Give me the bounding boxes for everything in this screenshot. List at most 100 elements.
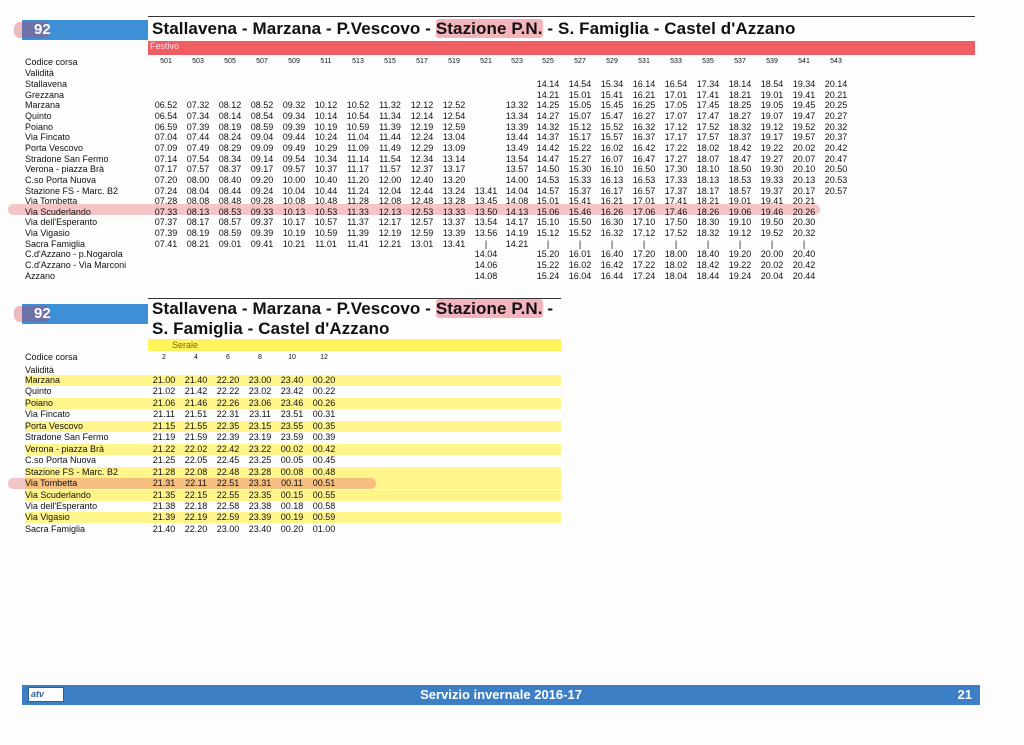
time-cell: 18.21 bbox=[696, 196, 720, 207]
time-cell: 23.35 bbox=[248, 489, 272, 500]
time-cell: 09.57 bbox=[282, 164, 306, 175]
trip-code: 501 bbox=[160, 58, 172, 65]
time-cell: 19.52 bbox=[792, 121, 816, 132]
time-cell: 09.09 bbox=[250, 142, 274, 153]
time-cell: 07.41 bbox=[154, 238, 178, 249]
time-cell: 23.00 bbox=[216, 523, 240, 534]
time-cell: 18.04 bbox=[664, 270, 688, 281]
time-cell: 08.48 bbox=[218, 196, 242, 207]
time-cell: 00.22 bbox=[312, 386, 336, 397]
trip-code: 6 bbox=[226, 354, 230, 361]
time-cell: 19.22 bbox=[728, 260, 752, 271]
time-cell: 16.57 bbox=[632, 185, 656, 196]
time-cell: 11.39 bbox=[347, 228, 369, 239]
stop-name: Stazione FS - Marc. B2 bbox=[25, 466, 119, 477]
time-cell: 06.54 bbox=[154, 110, 178, 121]
time-cell: 00.45 bbox=[312, 455, 336, 466]
time-cell: 18.47 bbox=[728, 153, 752, 164]
time-cell: 08.57 bbox=[218, 217, 242, 228]
title-highlight: Stazione P.N. bbox=[435, 19, 543, 38]
time-cell: 00.20 bbox=[280, 523, 304, 534]
time-cell: 21.00 bbox=[152, 375, 176, 385]
trip-code: 521 bbox=[480, 58, 492, 65]
time-cell: 16.40 bbox=[600, 249, 624, 260]
time-cell: 18.32 bbox=[728, 121, 752, 132]
time-cell: 23.00 bbox=[248, 375, 272, 385]
stop-name: Via Scuderlando bbox=[25, 489, 91, 500]
time-cell: 13.01 bbox=[410, 238, 434, 249]
time-cell: 11.09 bbox=[347, 142, 369, 153]
time-cell: 15.52 bbox=[600, 121, 624, 132]
time-cell: 22.55 bbox=[216, 489, 240, 500]
time-cell: 23.38 bbox=[248, 500, 272, 511]
time-cell: 00.31 bbox=[312, 409, 336, 420]
time-cell: 22.59 bbox=[216, 512, 240, 523]
time-cell: 20.42 bbox=[824, 142, 848, 153]
time-cell: 15.27 bbox=[568, 153, 592, 164]
trip-code: 10 bbox=[288, 354, 296, 361]
time-cell: 14.14 bbox=[536, 79, 560, 89]
time-cell: 09.37 bbox=[250, 217, 274, 228]
time-cell: 09.17 bbox=[250, 164, 274, 175]
time-cell: 13.28 bbox=[442, 196, 466, 207]
title-part-2: - bbox=[542, 299, 554, 318]
time-cell: 16.47 bbox=[632, 153, 656, 164]
serale-band: Serale bbox=[148, 339, 561, 351]
time-cell: 23.31 bbox=[248, 478, 272, 489]
time-cell: 00.42 bbox=[312, 443, 336, 454]
time-cell: 11.34 bbox=[379, 110, 401, 121]
stop-name: Porta Vescovo bbox=[25, 142, 84, 153]
stop-name: Verona - piazza Brà bbox=[25, 443, 105, 454]
time-cell: 00.59 bbox=[312, 512, 336, 523]
trip-code: 8 bbox=[258, 354, 262, 361]
time-cell: 18.42 bbox=[696, 260, 720, 271]
time-cell: 19.05 bbox=[760, 100, 784, 111]
time-cell: 18.50 bbox=[728, 164, 752, 175]
time-cell: 21.51 bbox=[184, 409, 208, 420]
time-cell: 16.50 bbox=[632, 164, 656, 175]
time-cell: 06.52 bbox=[154, 100, 178, 111]
time-cell: 13.09 bbox=[442, 142, 466, 153]
time-cell: 12.29 bbox=[410, 142, 434, 153]
time-cell: | bbox=[802, 238, 806, 249]
time-cell: 20.21 bbox=[792, 196, 816, 207]
time-cell: 15.07 bbox=[568, 110, 592, 121]
time-cell: | bbox=[706, 238, 710, 249]
time-cell: 14.57 bbox=[536, 185, 560, 196]
time-cell: 19.41 bbox=[760, 196, 784, 207]
stop-name: Quinto bbox=[25, 110, 52, 121]
time-cell: 16.25 bbox=[632, 100, 656, 111]
time-cell: 08.08 bbox=[186, 196, 210, 207]
time-cell: 08.37 bbox=[218, 164, 242, 175]
time-cell: 20.13 bbox=[792, 174, 816, 185]
time-cell: 19.45 bbox=[792, 100, 816, 111]
time-cell: 22.35 bbox=[216, 420, 240, 431]
time-cell: 16.02 bbox=[568, 260, 592, 271]
time-cell: 08.29 bbox=[218, 142, 242, 153]
time-cell: 23.42 bbox=[280, 386, 304, 397]
time-cell: 17.57 bbox=[696, 132, 720, 143]
time-cell: 13.17 bbox=[442, 164, 466, 175]
time-cell: | bbox=[770, 238, 774, 249]
time-cell: 08.59 bbox=[250, 121, 274, 132]
time-cell: 07.04 bbox=[154, 132, 178, 143]
time-cell: 00.19 bbox=[280, 512, 304, 523]
time-cell: 07.20 bbox=[154, 174, 178, 185]
time-cell: 20.14 bbox=[824, 79, 848, 89]
time-cell: 18.27 bbox=[728, 110, 752, 121]
time-cell: 10.44 bbox=[314, 185, 338, 196]
time-cell: 12.13 bbox=[378, 206, 402, 217]
time-cell: 17.37 bbox=[664, 185, 688, 196]
time-cell: 17.10 bbox=[632, 217, 656, 228]
time-cell: 19.37 bbox=[760, 185, 784, 196]
time-cell: 09.14 bbox=[250, 153, 274, 164]
stop-name: Marzana bbox=[25, 100, 61, 111]
time-cell: 17.01 bbox=[664, 89, 688, 100]
time-cell: 11.44 bbox=[379, 132, 401, 143]
stop-name: Marzana bbox=[25, 375, 61, 385]
time-cell: | bbox=[546, 238, 550, 249]
time-cell: 22.20 bbox=[216, 375, 240, 385]
validita-label: Validità bbox=[25, 365, 54, 375]
time-cell: 10.19 bbox=[282, 228, 306, 239]
time-cell: 12.59 bbox=[442, 121, 466, 132]
